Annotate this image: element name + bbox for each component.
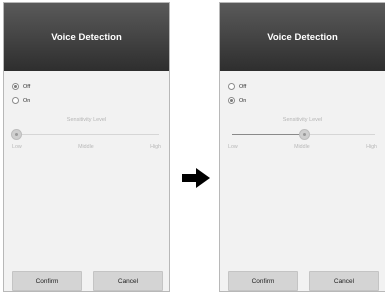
radio-on-button[interactable] <box>228 97 235 104</box>
screen-title: Voice Detection <box>267 31 338 43</box>
tick-high: High <box>366 144 377 150</box>
radio-off-label: Off <box>239 83 247 90</box>
radio-on[interactable]: On <box>12 97 30 104</box>
cancel-button[interactable]: Cancel <box>93 271 163 291</box>
slider-fill <box>232 134 304 135</box>
screen-before: Voice Detection Off On Sensitivity Level… <box>3 2 170 292</box>
sensitivity-label: Sensitivity Level <box>282 117 323 123</box>
radio-off-label: Off <box>23 83 31 90</box>
sensitivity-ticks: Low Middle High <box>228 144 377 150</box>
radio-off-button[interactable] <box>228 83 235 90</box>
sensitivity-ticks: Low Middle High <box>12 144 161 150</box>
confirm-button[interactable]: Confirm <box>12 271 82 291</box>
tick-low: Low <box>12 144 22 150</box>
sensitivity-slider[interactable] <box>232 129 375 140</box>
sensitivity-slider[interactable] <box>11 129 159 140</box>
cancel-button[interactable]: Cancel <box>309 271 379 291</box>
radio-off[interactable]: Off <box>12 83 30 90</box>
radio-on-button[interactable] <box>12 97 19 104</box>
tick-low: Low <box>228 144 238 150</box>
radio-off-button[interactable] <box>12 83 19 90</box>
radio-on-label: On <box>239 97 247 104</box>
sensitivity-label: Sensitivity Level <box>66 117 107 123</box>
title-bar: Voice Detection <box>220 3 385 71</box>
arrow-right-icon <box>182 168 210 188</box>
tick-middle: Middle <box>78 144 94 150</box>
radio-off[interactable]: Off <box>228 83 246 90</box>
title-bar: Voice Detection <box>4 3 169 71</box>
radio-on-label: On <box>23 97 31 104</box>
slider-thumb[interactable] <box>298 129 310 140</box>
radio-on[interactable]: On <box>228 97 246 104</box>
slider-thumb[interactable] <box>11 129 22 140</box>
tick-middle: Middle <box>294 144 310 150</box>
confirm-button[interactable]: Confirm <box>228 271 298 291</box>
tick-high: High <box>150 144 161 150</box>
screen-title: Voice Detection <box>51 31 122 43</box>
screen-after: Voice Detection Off On Sensitivity Level… <box>219 2 385 292</box>
